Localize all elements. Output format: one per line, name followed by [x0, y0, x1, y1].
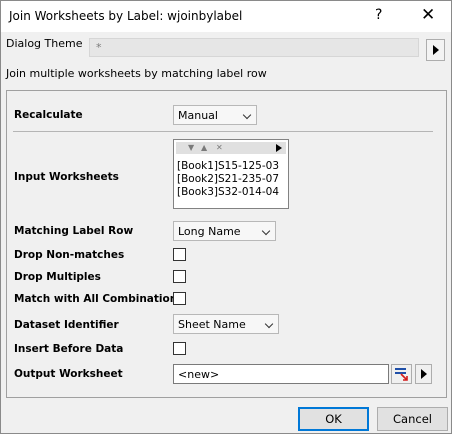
chevron-down-icon — [264, 319, 274, 329]
matching-label-row-value: Long Name — [178, 225, 241, 238]
select-output-worksheet-button[interactable] — [391, 364, 412, 384]
list-menu-arrow-icon[interactable] — [276, 144, 282, 152]
drop-non-matches-label: Drop Non-matches — [14, 249, 125, 261]
list-item[interactable]: [Book2]S21-235-07 — [177, 173, 279, 185]
drop-multiples-label: Drop Multiples — [14, 271, 101, 283]
match-all-combinations-checkbox[interactable] — [173, 292, 186, 305]
close-button[interactable]: ✕ — [421, 5, 435, 25]
matching-label-row-dropdown[interactable]: Long Name — [173, 221, 276, 241]
help-button[interactable]: ? — [375, 7, 382, 23]
output-worksheet-menu-button[interactable] — [415, 364, 432, 384]
move-up-icon[interactable]: ▲ — [201, 142, 207, 154]
list-item[interactable]: [Book1]S15-125-03 — [177, 160, 279, 172]
title-bar: Join Worksheets by Label: wjoinbylabel ?… — [1, 1, 451, 32]
drop-non-matches-checkbox[interactable] — [173, 248, 186, 261]
select-range-icon — [395, 368, 408, 381]
insert-before-data-checkbox[interactable] — [173, 342, 186, 355]
matching-label-row-label: Matching Label Row — [14, 225, 134, 237]
insert-before-data-label: Insert Before Data — [14, 343, 124, 355]
dataset-identifier-value: Sheet Name — [178, 318, 246, 331]
list-toolbar: ▼ ▲ ✕ — [176, 142, 286, 154]
ok-button[interactable]: OK — [298, 407, 369, 431]
input-worksheets-list[interactable]: ▼ ▲ ✕ [Book1]S15-125-03 [Book2]S21-235-0… — [173, 139, 289, 209]
chevron-down-icon — [261, 226, 271, 236]
cancel-button[interactable]: Cancel — [377, 407, 448, 431]
move-down-icon[interactable]: ▼ — [188, 142, 194, 154]
output-worksheet-label: Output Worksheet — [14, 368, 123, 380]
input-worksheets-label: Input Worksheets — [14, 171, 119, 183]
list-item[interactable]: [Book3]S32-014-04 — [177, 186, 279, 198]
divider — [13, 131, 433, 132]
output-worksheet-input[interactable]: <new> — [173, 364, 389, 384]
remove-icon[interactable]: ✕ — [216, 142, 223, 154]
recalculate-dropdown[interactable]: Manual — [173, 105, 257, 125]
join-worksheets-dialog: Join Worksheets by Label: wjoinbylabel ?… — [0, 0, 452, 434]
drop-multiples-checkbox[interactable] — [173, 270, 186, 283]
output-worksheet-value: <new> — [178, 368, 220, 381]
dataset-identifier-label: Dataset Identifier — [14, 319, 119, 331]
dialog-theme-value: * — [96, 41, 102, 54]
dialog-description: Join multiple worksheets by matching lab… — [6, 67, 267, 80]
dataset-identifier-dropdown[interactable]: Sheet Name — [173, 314, 279, 334]
dialog-theme-label: Dialog Theme — [6, 37, 83, 50]
chevron-down-icon — [242, 110, 252, 120]
dialog-theme-menu-button[interactable] — [426, 39, 445, 61]
recalculate-label: Recalculate — [14, 109, 83, 121]
window-title: Join Worksheets by Label: wjoinbylabel — [9, 9, 243, 23]
dialog-theme-combo[interactable]: * — [89, 38, 419, 57]
match-all-combinations-label: Match with All Combinations — [14, 293, 184, 305]
recalculate-value: Manual — [178, 109, 218, 122]
